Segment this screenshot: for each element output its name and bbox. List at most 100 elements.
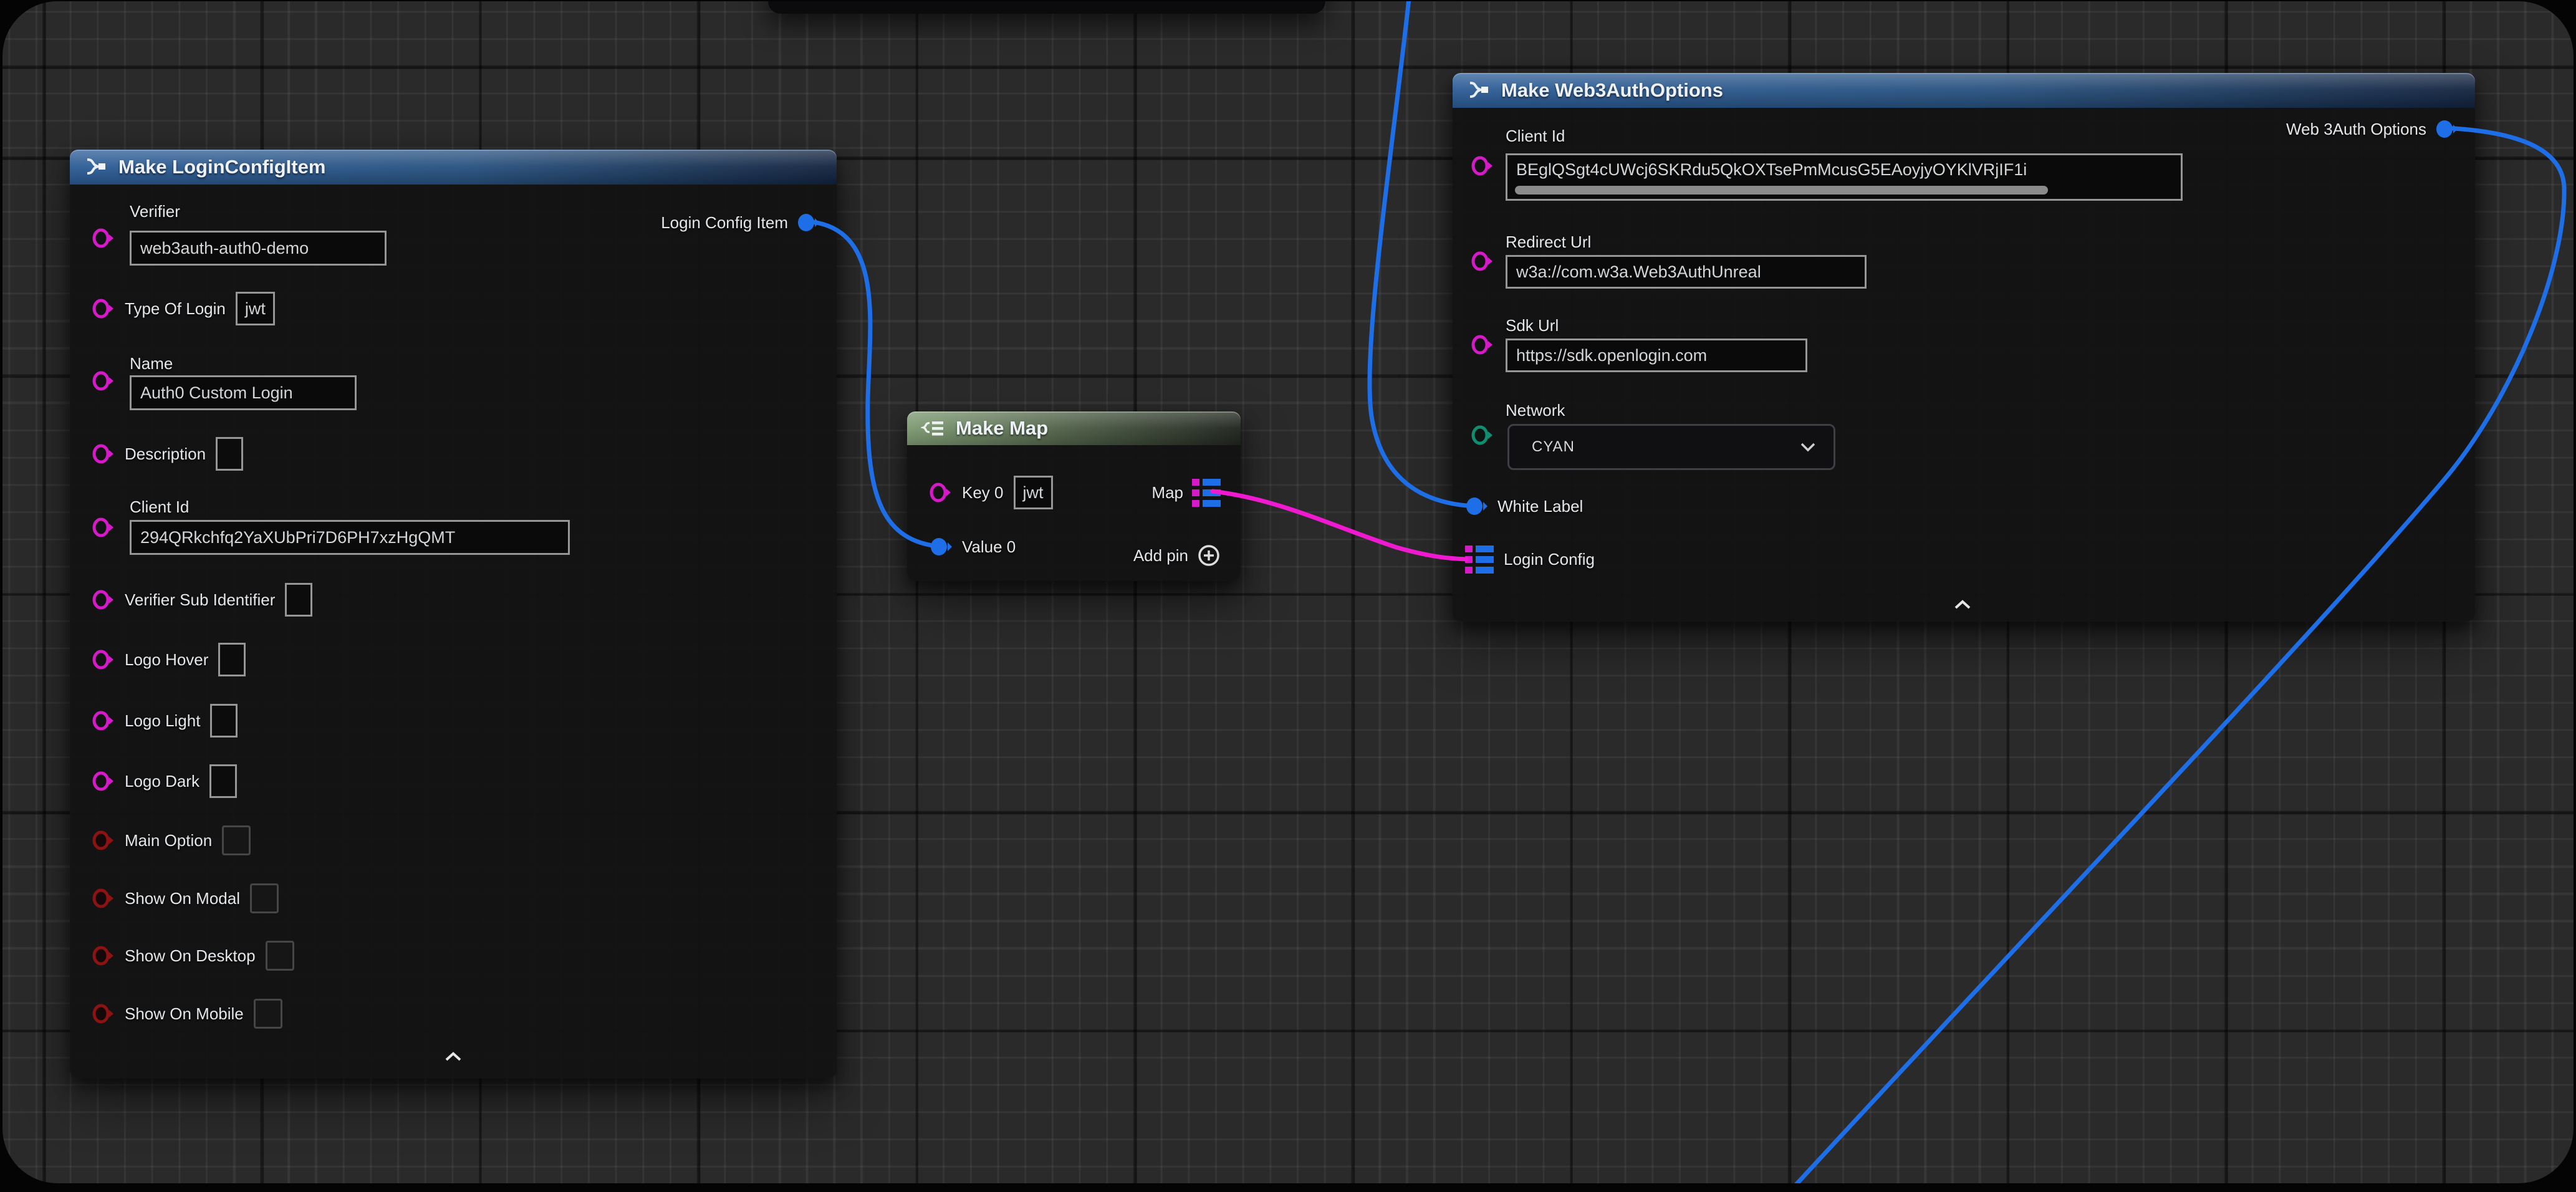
verifier-sub-identifier-label: Verifier Sub Identifier [125,590,275,610]
login-config-row: Login Config [1465,544,1595,574]
node-title: Make Map [956,417,1048,440]
sdk-url-label: Sdk Url [1506,316,1559,335]
verifier-pin[interactable] [92,228,115,248]
description-pin[interactable] [92,444,115,464]
name-value: Auth0 Custom Login [140,383,293,403]
show-on-modal-label: Show On Modal [125,889,240,908]
add-pin-label: Add pin [1133,546,1188,565]
type-of-login-row: Type Of Login jwt [92,292,275,325]
wire-map-to-loginconfig[interactable] [1213,491,1466,559]
show-on-mobile-label: Show On Mobile [125,1004,244,1024]
logo-dark-pin[interactable] [92,771,115,791]
show-on-mobile-pin[interactable] [92,1004,115,1024]
web3auth-options-output-label: Web 3Auth Options [2286,120,2426,139]
node-make-map[interactable]: Make Map Key 0 jwt Map [907,411,1241,581]
network-pin[interactable] [1471,425,1494,445]
make-map-icon [921,416,946,440]
node-header[interactable]: Make Web3AuthOptions [1453,73,2475,108]
verifier-label: Verifier [130,202,180,221]
output-label: Login Config Item [661,213,788,233]
blueprint-editor: Make LoginConfigItem Login Config Item V… [0,0,2576,1192]
client-id-field-scrollbar[interactable] [1515,186,2048,195]
graph-canvas[interactable]: Make LoginConfigItem Login Config Item V… [2,1,2574,1183]
key0-value: jwt [1023,483,1044,502]
show-on-desktop-pin[interactable] [92,946,115,966]
verifier-sub-identifier-field[interactable] [285,583,312,617]
logo-hover-field[interactable] [218,643,246,676]
logo-light-field[interactable] [210,704,238,738]
value0-label: Value 0 [962,537,1016,557]
show-on-desktop-row: Show On Desktop [92,941,294,971]
type-of-login-pin[interactable] [92,299,115,319]
sdk-url-value: https://sdk.openlogin.com [1516,346,1707,365]
description-field[interactable] [216,437,243,471]
logo-dark-row: Logo Dark [92,764,237,798]
client-id-pin[interactable] [1471,156,1494,176]
client-id-field[interactable]: BEglQSgt4cUWcj6SKRdu5QkOXTsePmMcusG5EAoy… [1506,153,2183,201]
description-row: Description [92,437,243,471]
key0-row: Key 0 jwt [930,476,1053,509]
show-on-desktop-checkbox[interactable] [266,941,294,971]
node-header[interactable]: Make LoginConfigItem [70,150,837,185]
logo-dark-label: Logo Dark [125,772,199,791]
type-of-login-label: Type Of Login [125,299,226,319]
verifier-sub-identifier-pin[interactable] [92,590,115,610]
node-make-web3authoptions[interactable]: Make Web3AuthOptions Web 3Auth Options C… [1453,73,2475,622]
make-struct-icon [1466,78,1491,103]
main-option-checkbox[interactable] [222,825,251,855]
verifier-sub-identifier-row: Verifier Sub Identifier [92,583,312,617]
redirect-url-value: w3a://com.w3a.Web3AuthUnreal [1516,262,1761,282]
client-id-label: Client Id [1506,127,1565,146]
show-on-modal-pin[interactable] [92,888,115,908]
network-dropdown[interactable]: CYAN [1507,424,1835,470]
node-title: Make Web3AuthOptions [1501,79,1723,102]
client-id-value: BEglQSgt4cUWcj6SKRdu5QkOXTsePmMcusG5EAoy… [1516,160,2027,180]
sdk-url-pin[interactable] [1471,335,1494,355]
type-of-login-field[interactable]: jwt [236,292,275,325]
main-option-row: Main Option [92,825,251,855]
show-on-mobile-row: Show On Mobile [92,999,282,1029]
key0-label: Key 0 [962,483,1004,502]
node-header[interactable]: Make Map [907,411,1241,445]
redirect-url-field[interactable]: w3a://com.w3a.Web3AuthUnreal [1506,255,1867,289]
logo-hover-pin[interactable] [92,650,115,670]
show-on-modal-checkbox[interactable] [250,883,279,913]
collapse-chevron-icon[interactable] [444,1051,463,1062]
network-value: CYAN [1532,438,1575,456]
verifier-value: web3auth-auth0-demo [140,239,309,258]
map-output-row: Map [1151,478,1221,507]
main-option-pin[interactable] [92,830,115,850]
network-label: Network [1506,401,1565,420]
chevron-down-icon [1800,442,1816,452]
type-of-login-value: jwt [245,299,266,319]
client-id-field[interactable]: 294QRkchfq2YaXUbPri7D6PH7xzHgQMT [130,520,570,555]
logo-light-pin[interactable] [92,711,115,731]
client-id-label: Client Id [130,497,189,517]
show-on-desktop-label: Show On Desktop [125,946,256,966]
client-id-value: 294QRkchfq2YaXUbPri7D6PH7xzHgQMT [140,528,455,547]
logo-hover-label: Logo Hover [125,650,208,670]
offscreen-node-partial[interactable] [768,1,1325,14]
redirect-url-pin[interactable] [1471,251,1494,271]
add-pin-row[interactable]: Add pin [1133,544,1221,567]
name-field[interactable]: Auth0 Custom Login [130,375,357,410]
node-make-loginconfigitem[interactable]: Make LoginConfigItem Login Config Item V… [70,150,837,1079]
output-row: Web 3Auth Options [2286,119,2458,139]
make-struct-icon [84,155,108,180]
client-id-pin[interactable] [92,517,115,537]
output-row: Login Config Item [661,213,819,233]
login-config-pin[interactable] [1465,544,1494,574]
collapse-chevron-icon[interactable] [1953,599,1972,610]
verifier-field[interactable]: web3auth-auth0-demo [130,231,387,266]
add-pin-icon[interactable] [1197,544,1221,567]
name-pin[interactable] [92,371,115,391]
redirect-url-label: Redirect Url [1506,233,1591,252]
key0-field[interactable]: jwt [1014,476,1053,509]
white-label-label: White Label [1497,497,1583,516]
show-on-modal-row: Show On Modal [92,883,279,913]
node-title: Make LoginConfigItem [118,156,325,178]
key0-pin[interactable] [930,483,952,502]
show-on-mobile-checkbox[interactable] [254,999,282,1029]
logo-dark-field[interactable] [209,764,237,798]
sdk-url-field[interactable]: https://sdk.openlogin.com [1506,339,1807,372]
